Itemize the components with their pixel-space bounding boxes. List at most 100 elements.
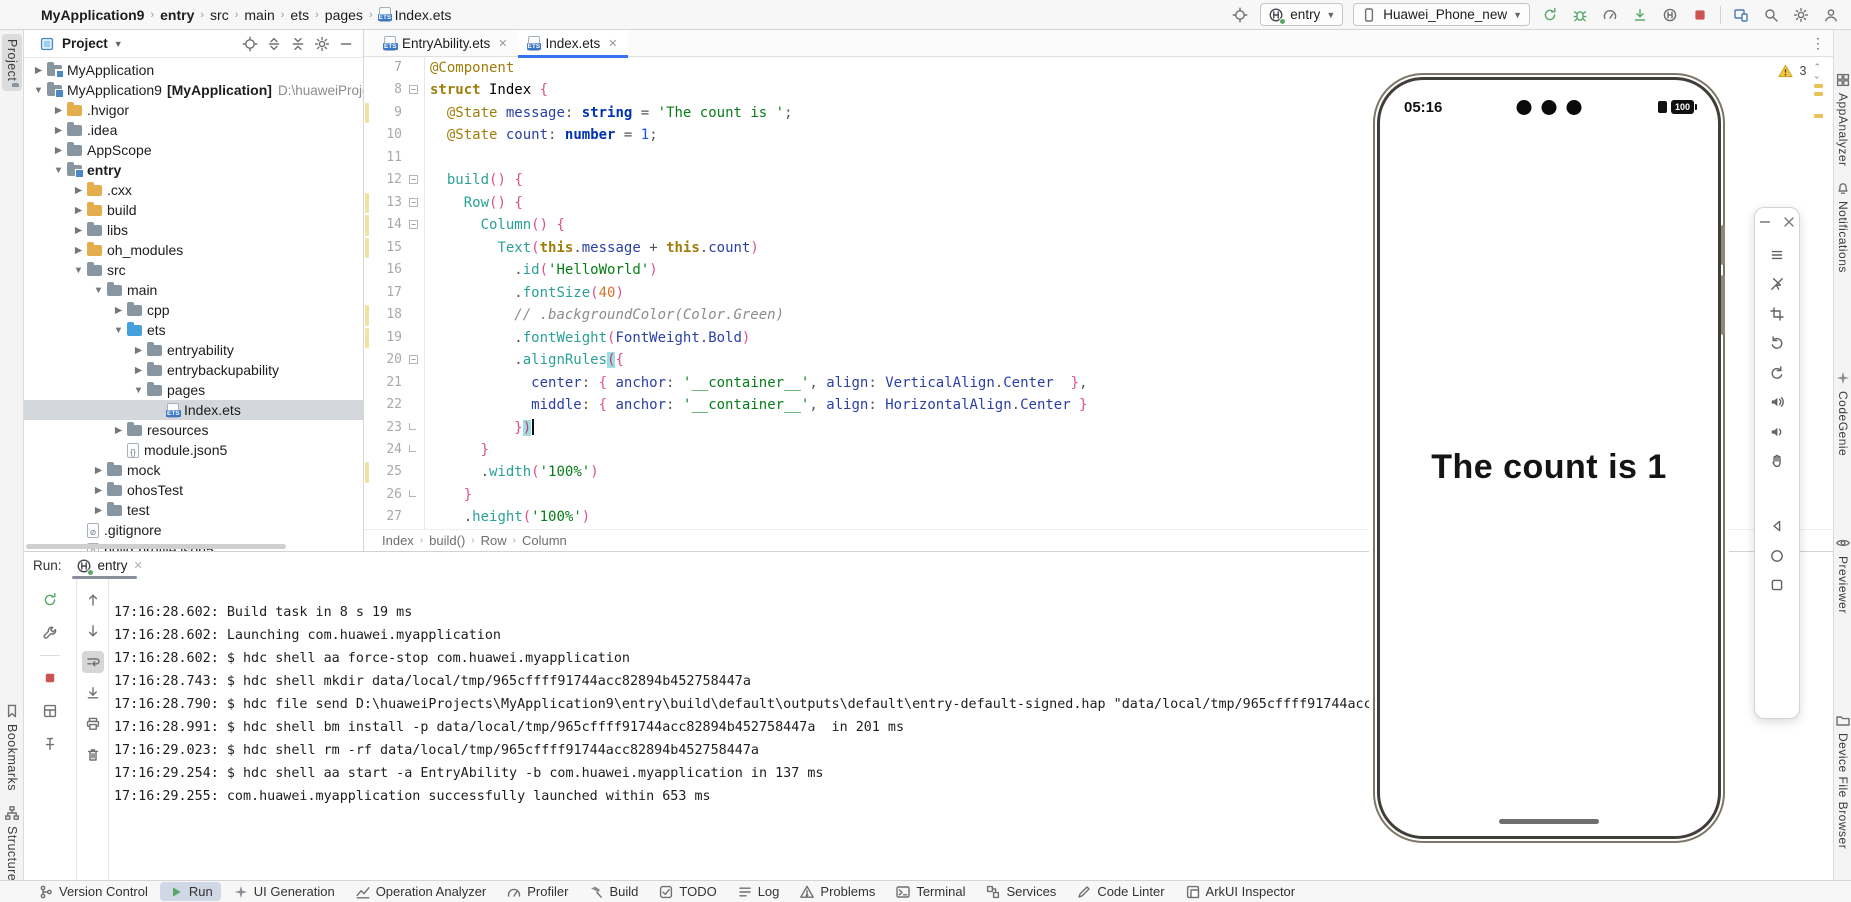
home-icon[interactable]	[1764, 543, 1790, 569]
fold-marker[interactable]: −	[409, 220, 418, 229]
clear-icon[interactable]	[82, 744, 104, 766]
chevron-down-icon[interactable]: ▼	[30, 85, 47, 96]
expand-all-icon[interactable]	[265, 35, 283, 53]
chevron-right-icon[interactable]: ▶	[70, 225, 87, 236]
breadcrumb-item-myapplication9[interactable]: MyApplication9	[38, 6, 147, 24]
fold-marker[interactable]: −	[409, 175, 418, 184]
tree-item-pages[interactable]: ▼pages	[24, 380, 363, 400]
volume-up-icon[interactable]	[1764, 389, 1790, 415]
tree-item--idea[interactable]: ▶.idea	[24, 120, 363, 140]
run-restart-icon[interactable]	[1540, 5, 1560, 25]
tree-item-cpp[interactable]: ▶cpp	[24, 300, 363, 320]
attach-debugger-icon[interactable]	[1630, 5, 1650, 25]
device-selector[interactable]: Huawei_Phone_new ▼	[1353, 3, 1530, 26]
chevron-right-icon[interactable]: ▶	[70, 245, 87, 256]
tree-item-mock[interactable]: ▶mock	[24, 460, 363, 480]
chevron-right-icon[interactable]: ▶	[90, 505, 107, 516]
statusbar-tab-operation-analyzer[interactable]: Operation Analyzer	[347, 882, 495, 901]
tree-item-myapplication[interactable]: ▶MyApplication	[24, 60, 363, 80]
chevron-down-icon[interactable]: ▼	[70, 265, 87, 276]
tree-item-libs[interactable]: ▶libs	[24, 220, 363, 240]
horizontal-scrollbar[interactable]	[26, 544, 286, 549]
tool-strip-project[interactable]: Project	[2, 34, 22, 91]
statusbar-tab-profiler[interactable]: Profiler	[498, 882, 576, 901]
chevron-right-icon[interactable]: ▶	[130, 345, 147, 356]
editor-breadcrumb-item[interactable]: build()	[429, 533, 465, 548]
tree-item-test[interactable]: ▶test	[24, 500, 363, 520]
editor-breadcrumb-item[interactable]: Row	[481, 533, 507, 548]
screenshot-icon[interactable]	[1764, 301, 1790, 327]
profile-h-icon[interactable]	[1660, 5, 1680, 25]
statusbar-tab-services[interactable]: Services	[977, 882, 1064, 901]
fold-marker[interactable]: −	[409, 198, 418, 207]
breadcrumb-item-pages[interactable]: pages	[322, 6, 366, 24]
panel-settings-icon[interactable]	[313, 35, 331, 53]
locate-file-icon[interactable]	[241, 35, 259, 53]
chevron-right-icon[interactable]: ▶	[70, 185, 87, 196]
tree-item-main[interactable]: ▼main	[24, 280, 363, 300]
stop-icon[interactable]	[1690, 5, 1710, 25]
tree-item--gitignore[interactable]: ⊘.gitignore	[24, 520, 363, 540]
fold-end-marker[interactable]	[409, 490, 416, 497]
tree-item-myapplication9[interactable]: ▼MyApplication9[MyApplication]D:\huaweiP…	[24, 80, 363, 100]
tree-item-entrybackupability[interactable]: ▶entrybackupability	[24, 360, 363, 380]
tool-strip-previewer[interactable]: Previewer	[1834, 535, 1851, 614]
back-icon[interactable]	[1764, 513, 1790, 539]
rerun-icon[interactable]	[39, 589, 61, 611]
tree-item--hvigor[interactable]: ▶.hvigor	[24, 100, 363, 120]
run-config-selector[interactable]: entry ▼	[1260, 3, 1343, 26]
chevron-right-icon[interactable]: ▶	[90, 465, 107, 476]
settings-gear-icon[interactable]	[1791, 5, 1811, 25]
volume-down-icon[interactable]	[1764, 419, 1790, 445]
breadcrumb-item-entry[interactable]: entry	[157, 6, 197, 24]
warning-stripe-mark[interactable]	[1814, 84, 1823, 88]
tree-item-ohostest[interactable]: ▶ohosTest	[24, 480, 363, 500]
fold-end-marker[interactable]	[409, 423, 416, 430]
breadcrumb-item-ets[interactable]: ets	[287, 6, 312, 24]
tree-item-entryability[interactable]: ▶entryability	[24, 340, 363, 360]
chevron-right-icon[interactable]: ▶	[110, 305, 127, 316]
tree-item-entry[interactable]: ▼entry	[24, 160, 363, 180]
chevron-down-icon[interactable]: ▼	[110, 325, 127, 336]
print-icon[interactable]	[82, 713, 104, 735]
chevron-right-icon[interactable]: ▶	[90, 485, 107, 496]
rotate-cw-icon[interactable]	[1764, 360, 1790, 386]
statusbar-tab-code-linter[interactable]: Code Linter	[1068, 882, 1172, 901]
tree-item--cxx[interactable]: ▶.cxx	[24, 180, 363, 200]
editor-breadcrumb-item[interactable]: Index	[382, 533, 414, 548]
statusbar-tab-arkui-inspector[interactable]: ArkUI Inspector	[1177, 882, 1304, 901]
tool-strip-structure[interactable]: Structure	[0, 800, 24, 886]
run-tab-entry[interactable]: entry ✕	[72, 552, 147, 579]
tree-item-index-ets[interactable]: ETSIndex.ets	[24, 400, 363, 420]
tree-item-resources[interactable]: ▶resources	[24, 420, 363, 440]
warning-stripe-mark[interactable]	[1814, 92, 1823, 96]
chevron-down-icon[interactable]: ▼	[130, 385, 147, 396]
gesture-icon[interactable]	[1764, 448, 1790, 474]
device-manager-icon[interactable]	[1731, 5, 1751, 25]
debug-icon[interactable]	[1570, 5, 1590, 25]
tree-item-appscope[interactable]: ▶AppScope	[24, 140, 363, 160]
pointer-off-icon[interactable]	[1764, 271, 1790, 297]
project-panel-title[interactable]: Project	[62, 36, 108, 51]
account-icon[interactable]	[1821, 5, 1841, 25]
wrench-icon[interactable]	[39, 622, 61, 644]
locate-icon[interactable]	[1230, 5, 1250, 25]
statusbar-tab-build[interactable]: Build	[580, 882, 646, 901]
statusbar-tab-run[interactable]: Run	[160, 882, 221, 901]
editor-breadcrumb-item[interactable]: Column	[522, 533, 567, 548]
statusbar-tab-ui-generation[interactable]: UI Generation	[225, 882, 343, 901]
tree-item-build[interactable]: ▶build	[24, 200, 363, 220]
statusbar-tab-todo[interactable]: TODO	[650, 882, 724, 901]
stop-small-icon[interactable]	[39, 667, 61, 689]
breadcrumb-item-src[interactable]: src	[207, 6, 232, 24]
tree-item-module-json5[interactable]: {}module.json5	[24, 440, 363, 460]
tree-item-ets[interactable]: ▼ets	[24, 320, 363, 340]
layout-grid-icon[interactable]	[39, 700, 61, 722]
statusbar-tab-problems[interactable]: Problems	[791, 882, 883, 901]
tool-strip-notifications[interactable]: Notifications	[1834, 180, 1851, 273]
recents-icon[interactable]	[1764, 572, 1790, 598]
chevron-right-icon[interactable]: ▶	[50, 145, 67, 156]
tree-item-src[interactable]: ▼src	[24, 260, 363, 280]
chevron-right-icon[interactable]: ▶	[50, 125, 67, 136]
collapse-all-icon[interactable]	[289, 35, 307, 53]
